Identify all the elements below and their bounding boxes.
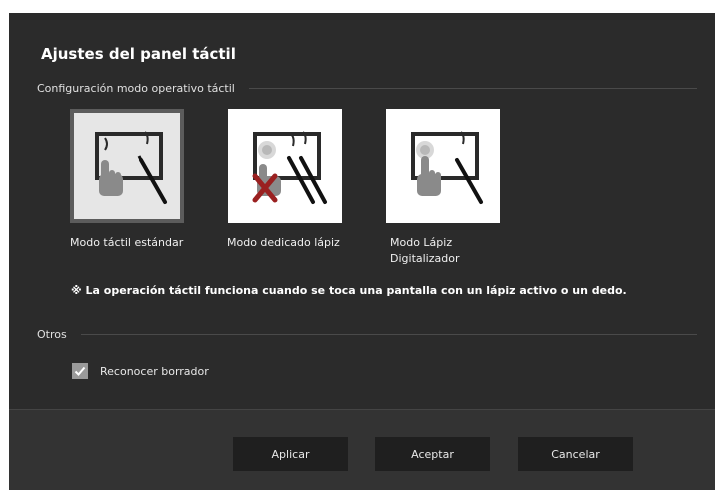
apply-button[interactable]: Aplicar <box>233 437 348 471</box>
section-divider <box>80 333 697 335</box>
digitizer-pen-icon <box>411 131 483 204</box>
pen-only-icon <box>252 131 327 204</box>
touch-panel-settings-dialog: Ajustes del panel táctil Configuración m… <box>9 13 715 490</box>
touch-and-pen-icon <box>95 131 167 204</box>
touch-operation-note: ※ La operación táctil funciona cuando se… <box>71 284 627 297</box>
mode-option-digitizer-pen[interactable] <box>386 109 500 223</box>
mode-option-standard-touch[interactable] <box>70 109 184 223</box>
recognize-eraser-option[interactable]: Reconocer borrador <box>72 363 209 379</box>
mode-option-pen-dedicated[interactable] <box>228 109 342 223</box>
section-divider <box>248 87 697 89</box>
touch-mode-section-label: Configuración modo operativo táctil <box>37 81 235 95</box>
others-section-header: Otros <box>37 326 697 342</box>
checkmark-icon <box>74 366 86 376</box>
others-section-label: Otros <box>37 327 67 341</box>
dialog-title: Ajustes del panel táctil <box>41 45 236 63</box>
recognize-eraser-checkbox[interactable] <box>72 363 88 379</box>
mode-label-standard-touch: Modo táctil estándar <box>70 236 184 249</box>
mode-label-pen-dedicated: Modo dedicado lápiz <box>227 236 340 249</box>
dialog-footer: Aplicar Aceptar Cancelar <box>9 409 715 490</box>
touch-mode-section-header: Configuración modo operativo táctil <box>37 80 697 96</box>
accept-button[interactable]: Aceptar <box>375 437 490 471</box>
mode-label-digitizer-pen: Modo Lápiz Digitalizador <box>390 236 460 265</box>
recognize-eraser-label: Reconocer borrador <box>100 364 209 378</box>
cancel-button[interactable]: Cancelar <box>518 437 633 471</box>
